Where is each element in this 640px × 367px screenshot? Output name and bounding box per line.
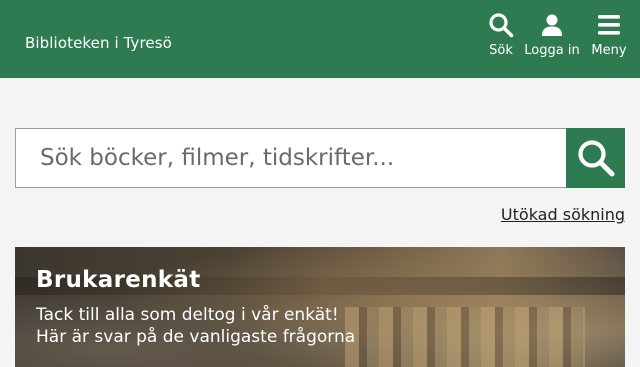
nav-menu-label: Meny xyxy=(591,43,627,58)
search-submit-button[interactable] xyxy=(566,128,625,188)
nav-login-button[interactable]: Logga in xyxy=(524,12,580,58)
main-content: Utökad sökning Brukarenkät Tack till all… xyxy=(0,78,640,367)
banner-title: Brukarenkät xyxy=(36,267,201,293)
banner-background-books xyxy=(345,307,585,367)
banner-text-line-2: Här är svar på de vanligaste frågorna xyxy=(36,327,356,347)
nav-menu-button[interactable]: Meny xyxy=(590,12,628,58)
search-input[interactable] xyxy=(15,128,566,188)
site-title[interactable]: Biblioteken i Tyresö xyxy=(25,34,172,52)
user-icon xyxy=(542,14,562,36)
nav-login-label: Logga in xyxy=(524,43,580,58)
nav-search-button[interactable]: Sök xyxy=(486,12,516,58)
nav-search-label: Sök xyxy=(489,43,513,58)
search-icon xyxy=(489,13,514,38)
promo-banner[interactable]: Brukarenkät Tack till alla som deltog i … xyxy=(15,247,625,367)
advanced-search-link[interactable]: Utökad sökning xyxy=(501,205,625,224)
banner-text-line-1: Tack till alla som deltog i vår enkät! xyxy=(36,305,339,325)
site-header: Biblioteken i Tyresö Sök Logga in Meny xyxy=(0,0,640,78)
hamburger-icon xyxy=(598,15,620,35)
search-icon xyxy=(577,140,614,177)
